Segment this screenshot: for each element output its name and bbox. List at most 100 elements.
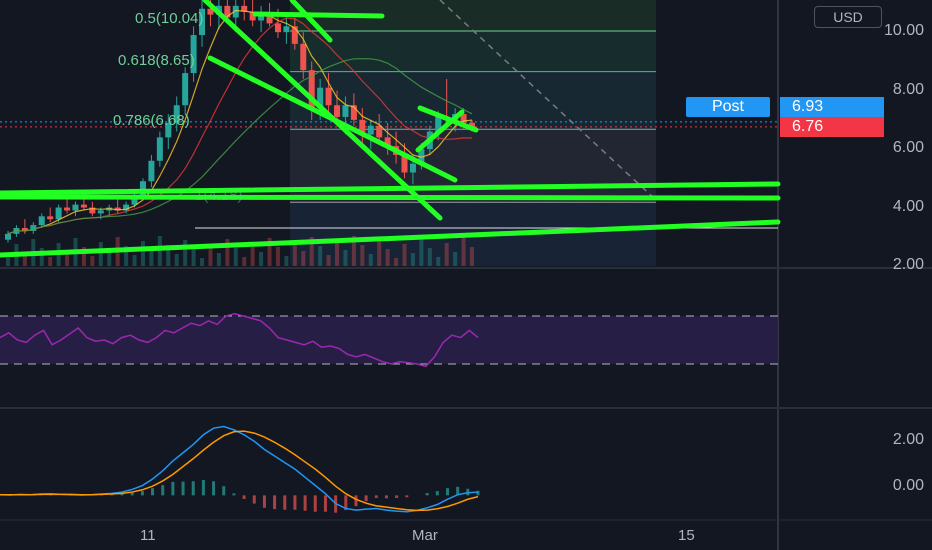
volume-bar: [419, 239, 424, 266]
macd-histogram-bar: [445, 488, 449, 496]
macd-histogram-bar: [120, 494, 124, 496]
macd-histogram-bar: [201, 479, 205, 496]
macd-histogram-bar: [384, 495, 388, 499]
macd-histogram-bar: [395, 495, 399, 498]
candle-body: [80, 204, 87, 208]
volume-bar: [335, 241, 340, 266]
macd-histogram-bar: [273, 495, 277, 510]
price-tick-6: 6.00: [892, 139, 924, 156]
volume-bar: [444, 243, 449, 266]
candle-body: [334, 105, 341, 117]
volume-bar: [275, 247, 280, 266]
volume-bar: [402, 244, 407, 266]
macd-histogram-bar: [232, 493, 236, 496]
fib-zone-0618: [290, 71, 656, 130]
macd-histogram-bar: [252, 495, 256, 504]
macd-histogram-bar: [425, 493, 429, 496]
price-tick-10: 10.00: [883, 22, 924, 39]
volume-bar: [259, 252, 264, 266]
candle-body: [38, 216, 45, 226]
candle-body: [148, 160, 155, 182]
volume-bar: [242, 257, 247, 266]
macd-histogram-bar: [242, 495, 246, 499]
candle-body: [300, 43, 307, 71]
candle-body: [55, 207, 62, 220]
volume-bar: [436, 257, 441, 266]
macd-histogram-bar: [364, 495, 368, 502]
macd-histogram-bar: [171, 481, 175, 496]
date-tick-15: 15: [678, 527, 695, 544]
macd-histogram-bar: [222, 486, 226, 496]
macd-histogram-bar: [181, 481, 185, 496]
fib-zone-050: [290, 30, 656, 72]
volume-bar: [343, 250, 348, 266]
macd-histogram-bar: [313, 495, 317, 512]
volume-bar: [216, 253, 221, 266]
volume-bar: [132, 255, 137, 266]
volume-bar: [284, 256, 289, 266]
macd-tick-2: 2.00: [892, 431, 924, 448]
fib-level-0786-label: 0.786(6.68): [113, 112, 190, 129]
price-tick-4: 4.00: [892, 198, 924, 215]
candle-body: [64, 207, 71, 211]
volume-bar: [368, 254, 373, 266]
volume-bar: [326, 255, 331, 266]
candle-body: [325, 87, 332, 106]
trendline-1: [0, 194, 781, 201]
date-tick-11: 11: [140, 527, 156, 544]
volume-bar: [149, 250, 154, 266]
candle-body: [376, 125, 383, 138]
volume-bar: [90, 256, 95, 266]
volume-bar: [461, 238, 466, 266]
candle-body: [156, 137, 163, 161]
volume-bar: [183, 240, 188, 266]
volume-bar: [107, 251, 112, 266]
last-price-badge: 6.76: [780, 117, 884, 137]
macd-histogram-bar: [354, 495, 358, 507]
date-tick-mar: Mar: [412, 527, 438, 544]
volume-bar: [385, 249, 390, 266]
candle-body: [72, 204, 79, 211]
volume-bar: [48, 257, 53, 266]
volume-bar: [394, 258, 399, 266]
volume-bar: [98, 242, 103, 266]
volume-bar: [292, 242, 297, 266]
candle-body: [97, 210, 104, 214]
macd-line: [0, 425, 479, 513]
price-tick-2: 2.00: [892, 256, 924, 273]
volume-bar: [174, 254, 179, 266]
macd-histogram-bar: [323, 495, 327, 512]
candle-body: [342, 105, 349, 117]
macd-tick-0: 0.00: [892, 477, 924, 494]
macd-histogram-bar: [435, 491, 439, 496]
volume-bar: [360, 245, 365, 266]
macd-histogram-bar: [293, 495, 297, 510]
candle-body: [409, 163, 416, 173]
volume-bar: [200, 258, 205, 266]
post-price-badge: 6.93: [780, 97, 884, 117]
volume-bar: [453, 252, 458, 266]
volume-bar: [470, 247, 474, 266]
volume-bar: [377, 240, 382, 266]
macd-histogram-bar: [262, 495, 266, 508]
candle-body: [182, 73, 189, 106]
signal-line: [0, 430, 479, 512]
macd-histogram-bar: [191, 481, 195, 496]
macd-histogram-bar: [140, 491, 144, 496]
candle-body: [274, 23, 281, 33]
volume-bar: [427, 248, 432, 266]
volume-bar: [301, 251, 306, 266]
macd-histogram-bar: [130, 492, 134, 496]
post-market-label: Post: [686, 97, 770, 117]
volume-bar: [318, 246, 323, 266]
volume-bar: [191, 249, 196, 266]
macd-histogram-bar: [303, 495, 307, 511]
candle-body: [283, 26, 290, 33]
macd-histogram-bar: [283, 495, 287, 510]
fib-level-050-label: 0.5(10.04): [135, 10, 204, 27]
volume-bar: [6, 258, 10, 266]
fib-level-bottom-label: 1(4.18): [195, 187, 243, 204]
volume-bar: [233, 248, 238, 266]
rsi-band: [0, 316, 778, 364]
fib-level-0618-label: 0.618(8.65): [118, 52, 195, 69]
